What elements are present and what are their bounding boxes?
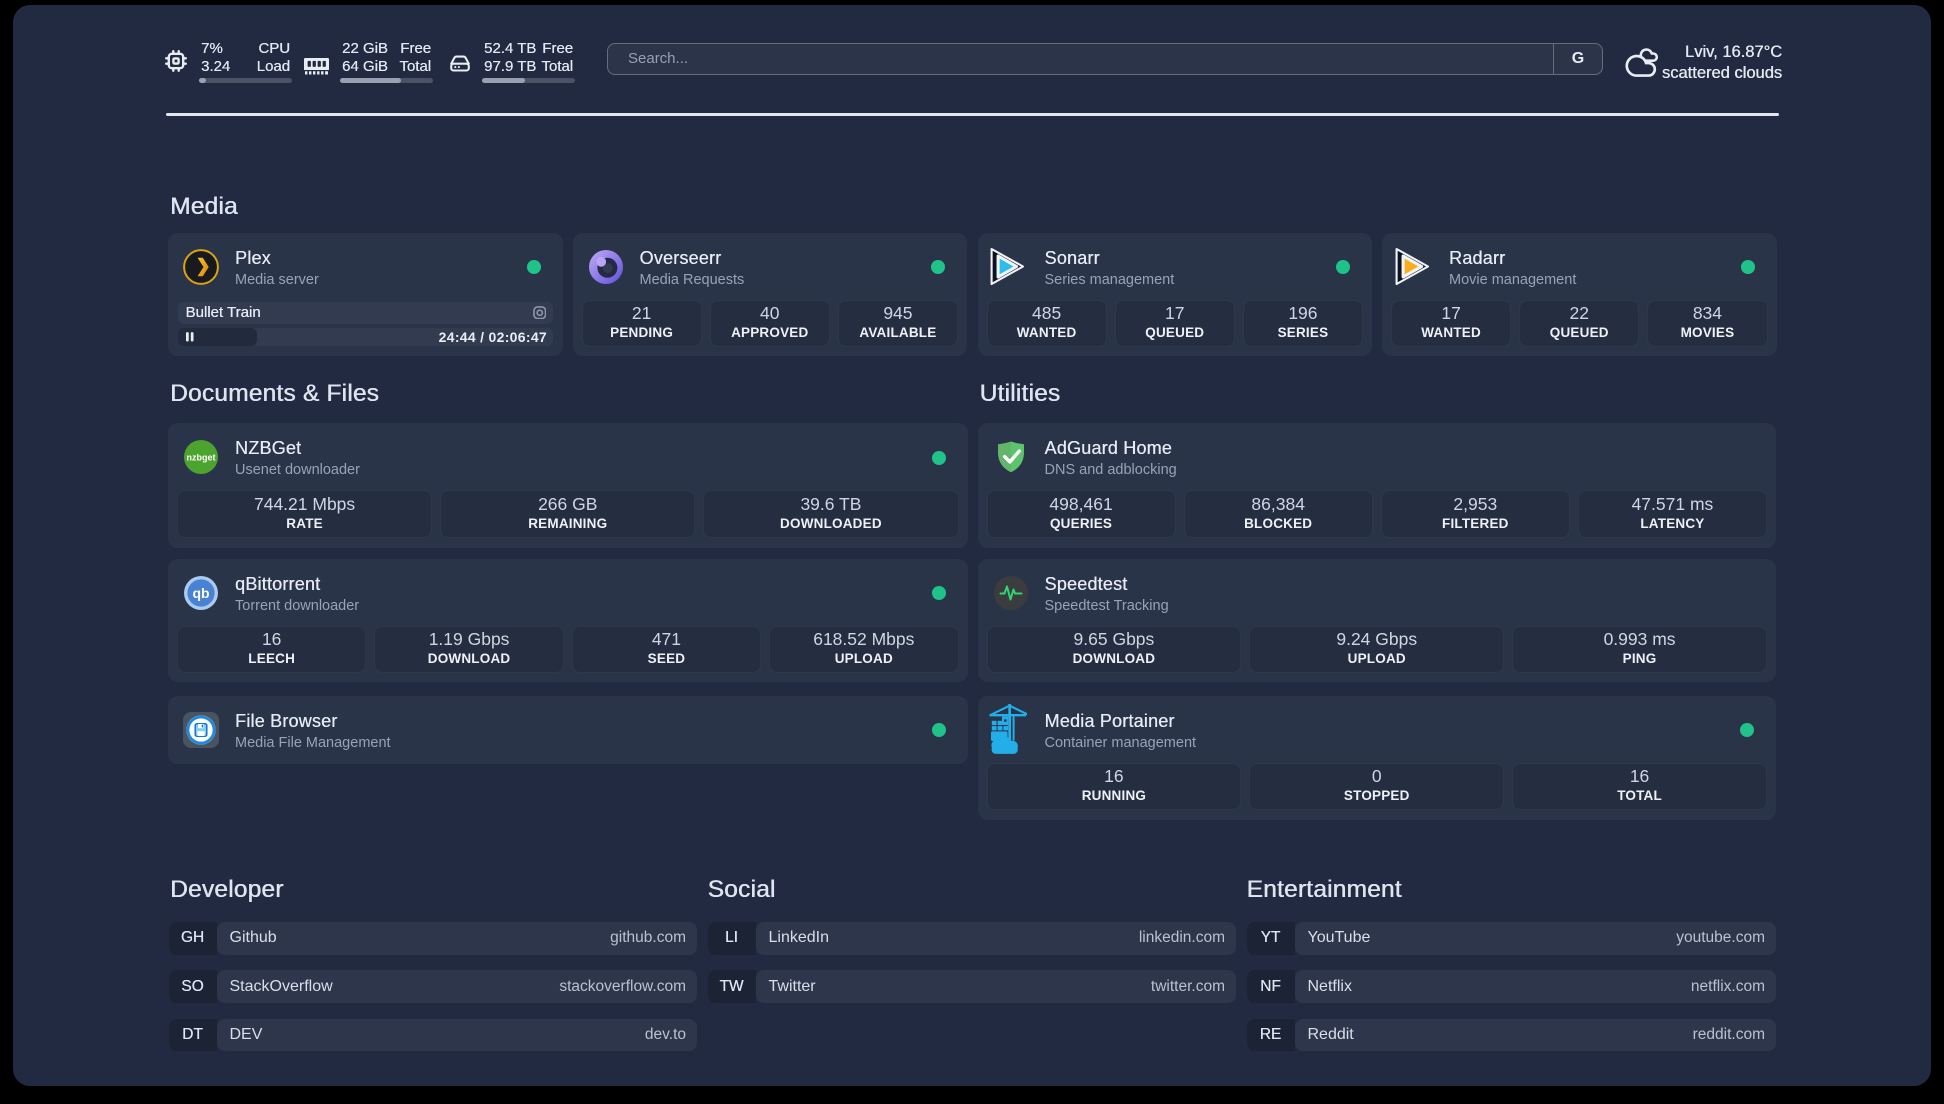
- svg-text:qb: qb: [192, 585, 209, 601]
- svg-text:nzbget: nzbget: [187, 453, 216, 463]
